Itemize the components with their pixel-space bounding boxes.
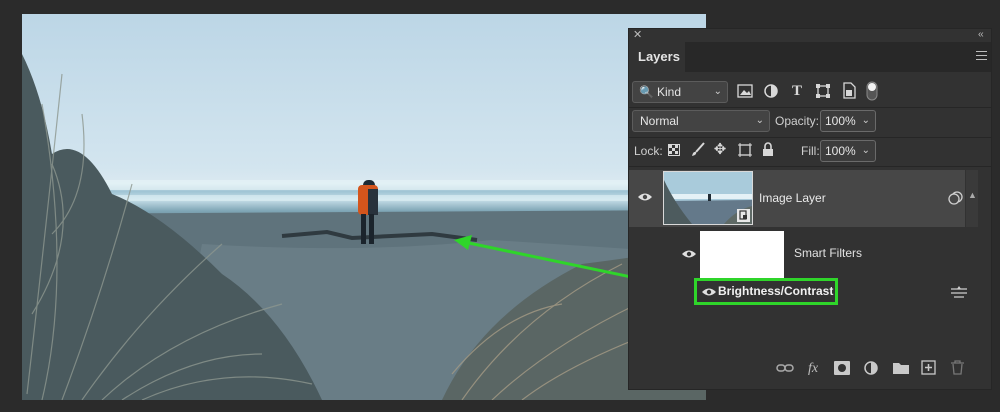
visibility-eye-icon[interactable] (638, 192, 652, 202)
lock-all-icon[interactable] (762, 142, 774, 157)
lock-label: Lock: (634, 144, 663, 158)
close-icon[interactable]: ✕ (633, 29, 642, 41)
adjustment-filter-icon[interactable] (763, 83, 779, 99)
scrollbar[interactable]: ▲ (966, 170, 978, 227)
fill-label: Fill: (801, 144, 820, 158)
document-canvas[interactable] (22, 14, 706, 400)
new-adjustment-layer-icon[interactable] (864, 361, 880, 377)
new-layer-icon[interactable] (921, 360, 936, 375)
type-filter-icon[interactable]: T (789, 83, 805, 99)
panel-menu-icon[interactable] (976, 51, 987, 60)
add-mask-icon[interactable] (834, 361, 850, 375)
image-layer-thumbnail[interactable] (663, 171, 753, 225)
smart-filter-mask-thumbnail[interactable] (700, 231, 784, 278)
annotation-highlight-box (694, 278, 838, 305)
collapse-icon[interactable]: ‹‹ (978, 29, 984, 41)
kind-filter-dropdown[interactable]: 🔍 Kind ⌄ (632, 81, 728, 103)
chevron-down-icon: ⌄ (861, 145, 870, 156)
lock-position-icon[interactable]: ✥ (712, 142, 728, 158)
opacity-label: Opacity: (775, 114, 820, 128)
opacity-value: 100% (825, 114, 856, 128)
fill-input[interactable]: 100% ⌄ (820, 140, 876, 162)
shape-filter-icon[interactable] (815, 83, 831, 99)
lock-image-pixels-icon[interactable] (690, 142, 706, 158)
smart-object-filter-icon[interactable] (842, 82, 856, 99)
filter-blending-options-icon[interactable] (951, 286, 967, 300)
blend-mode-dropdown[interactable]: Normal ⌄ (632, 110, 770, 132)
opacity-input[interactable]: 100% ⌄ (820, 110, 876, 132)
search-icon: 🔍 (639, 85, 654, 99)
divider (629, 107, 991, 108)
delete-layer-trash-icon[interactable] (951, 360, 964, 375)
layer-style-fx-icon[interactable]: fx (804, 360, 822, 378)
blend-mode-value: Normal (640, 114, 679, 128)
tab-layers[interactable]: Layers (629, 42, 685, 72)
fill-value: 100% (825, 144, 856, 158)
beach-photo (22, 54, 706, 400)
layer-name-image-layer[interactable]: Image Layer (759, 190, 826, 206)
chevron-down-icon: ⌄ (755, 115, 764, 126)
smart-object-badge-icon (737, 209, 750, 222)
smart-filters-visibility-icon[interactable] (682, 249, 696, 259)
new-group-folder-icon[interactable] (893, 361, 909, 374)
image-filter-icon[interactable] (737, 84, 753, 98)
lock-transparent-pixels-icon[interactable] (668, 144, 680, 156)
smart-filters-label[interactable]: Smart Filters (794, 245, 862, 261)
kind-label: Kind (657, 85, 682, 99)
divider (629, 166, 991, 167)
smart-object-indicator-icon[interactable] (948, 191, 964, 205)
lock-artboard-icon[interactable] (737, 142, 753, 158)
chevron-down-icon: ⌄ (713, 86, 722, 97)
link-layers-icon[interactable] (776, 362, 794, 374)
divider (629, 137, 991, 138)
chevron-down-icon: ⌄ (861, 115, 870, 126)
filter-toggle-icon[interactable] (866, 81, 878, 101)
scroll-up-icon[interactable]: ▲ (968, 190, 977, 200)
